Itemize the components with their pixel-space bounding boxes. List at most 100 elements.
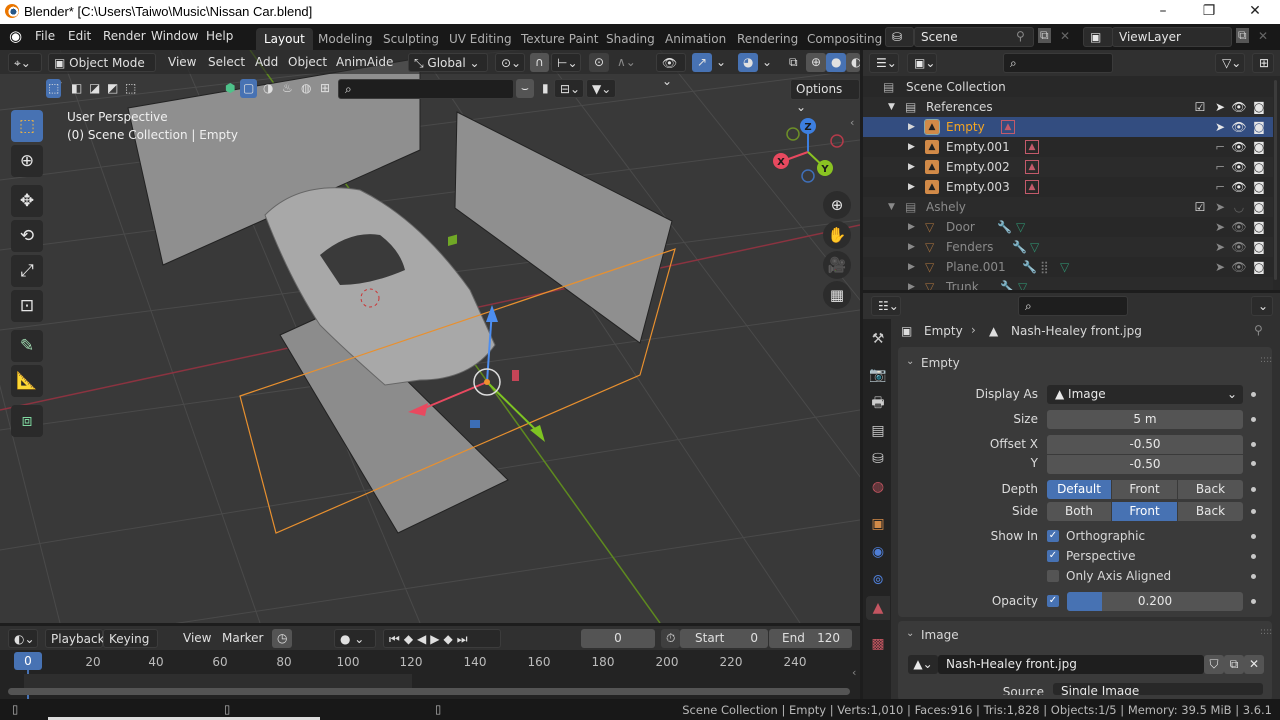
viewport-menu-view[interactable]: View	[163, 53, 201, 72]
properties-editor-type[interactable]: ☷⌄	[871, 296, 901, 316]
prev-keyframe-icon[interactable]: ◆	[404, 632, 417, 646]
wireframe-shading-icon[interactable]: ⊕	[806, 53, 827, 72]
end-frame-field[interactable]: End 120	[769, 629, 852, 648]
expand-arrow-icon[interactable]: ▶	[908, 277, 915, 290]
snap-target-button[interactable]: ⊢⌄	[551, 53, 581, 72]
tab-rendering[interactable]: Rendering	[729, 28, 806, 50]
animate-property-dot[interactable]	[1251, 417, 1256, 422]
tab-animation[interactable]: Animation	[657, 28, 734, 50]
gizmo-y-arrow[interactable]	[486, 381, 539, 433]
gizmo-toggle-icon[interactable]: ↗	[692, 53, 713, 72]
animate-property-dot[interactable]	[1251, 534, 1256, 539]
auto-keying-clock-icon[interactable]: ◷	[272, 629, 293, 648]
source-dropdown[interactable]: Single Image	[1053, 683, 1263, 695]
tool-annotate[interactable]: ✎	[11, 330, 43, 362]
tab-tool-icon[interactable]: ⚒	[866, 327, 890, 351]
start-frame-field[interactable]: Start 0	[680, 629, 768, 648]
outliner-editor-type[interactable]: ☰⌄	[869, 53, 899, 73]
pin-icon[interactable]: ⚲	[1254, 323, 1263, 337]
tool-transform[interactable]: ⊡	[11, 290, 43, 322]
render-camera-icon[interactable]: ◙	[1251, 157, 1267, 177]
depth-default-button[interactable]: Default	[1047, 480, 1111, 499]
tab-render-icon[interactable]: 📷	[866, 363, 890, 387]
blender-menu-icon[interactable]: ◉	[9, 27, 22, 45]
overlay-menu-chevron[interactable]: ⌄	[757, 53, 777, 72]
side-both-button[interactable]: Both	[1047, 502, 1111, 521]
expand-arrow-icon[interactable]: ▼	[888, 197, 895, 217]
viewport-menu-object[interactable]: Object	[283, 53, 332, 72]
animate-property-dot[interactable]	[1251, 392, 1256, 397]
visibility-eye-icon[interactable]: 👁	[1231, 137, 1247, 157]
exclude-checkbox[interactable]: ☑	[1192, 197, 1208, 217]
play-reverse-icon[interactable]: ◀	[417, 632, 430, 646]
visibility-selector[interactable]: 👁⌄	[656, 53, 686, 88]
tab-view-layer-icon[interactable]: ▤	[866, 419, 890, 443]
visibility-eye-icon[interactable]: 👁	[1231, 237, 1247, 257]
hidden-eye-icon[interactable]: ◡	[1231, 197, 1247, 217]
camera-view-button[interactable]: 🎥	[823, 251, 851, 279]
animate-property-dot[interactable]	[1251, 487, 1256, 492]
selectable-toggle-icon[interactable]: ⌐	[1212, 177, 1228, 197]
tool-cursor[interactable]: ⊕	[11, 145, 43, 177]
bound-icon[interactable]: ▢	[240, 79, 258, 98]
tool-rotate[interactable]: ⟲	[11, 220, 43, 252]
render-camera-icon[interactable]: ◙	[1251, 217, 1267, 237]
gizmo-yz-plane[interactable]	[512, 370, 519, 381]
selectable-toggle-icon[interactable]: ➤	[1212, 117, 1228, 137]
tab-output-icon[interactable]: 🖶	[866, 391, 890, 415]
duplicate-image-icon[interactable]: ⧉	[1224, 655, 1244, 674]
tool-move[interactable]: ✥	[11, 185, 43, 217]
selectable-toggle-icon[interactable]: ➤	[1212, 217, 1228, 237]
mode-selector[interactable]: ▣ Object Mode ⌄	[48, 53, 156, 88]
outliner-row[interactable]: ▶ ▲ Empty.002 ▲ ⌐ 👁 ◙	[863, 157, 1273, 177]
properties-search-input[interactable]: ⌕	[1018, 296, 1128, 316]
select-intersect-icon[interactable]: ⬚	[120, 79, 141, 98]
material-shading-icon[interactable]: ◐	[846, 53, 860, 72]
render-camera-icon[interactable]: ◙	[1251, 237, 1267, 257]
viewport-menu-animaide[interactable]: AnimAide	[331, 53, 398, 72]
material-icon[interactable]: ◑	[258, 79, 278, 98]
visibility-eye-icon[interactable]: 👁	[1231, 257, 1247, 277]
visibility-eye-icon[interactable]: 👁	[1231, 117, 1247, 137]
display-as-dropdown[interactable]: ▲ Image ⌄	[1047, 385, 1243, 404]
expand-arrow-icon[interactable]: ▶	[908, 237, 915, 257]
proportional-edit-icon[interactable]: ⊙	[589, 53, 610, 72]
menu-file[interactable]: File	[35, 29, 55, 43]
exclude-checkbox[interactable]: ☑	[1192, 97, 1208, 117]
image-browse-button[interactable]: ▲⌄	[908, 655, 938, 674]
record-keyframe-button[interactable]: ● ⌄	[334, 629, 376, 648]
expand-arrow-icon[interactable]: ▶	[908, 157, 915, 177]
transform-orientation-selector[interactable]: ⤡ Global ⌄	[408, 53, 488, 72]
xray-toggle-icon[interactable]: ⧉	[784, 53, 803, 72]
opacity-slider[interactable]: 0.200	[1067, 592, 1243, 611]
outliner-row[interactable]: ▶ ▽ Trunk 🔧 ▽	[863, 277, 1273, 290]
next-keyframe-icon[interactable]: ◆	[444, 632, 457, 646]
visibility-eye-icon[interactable]: 👁	[1231, 97, 1247, 117]
gizmo-menu-chevron[interactable]: ⌄	[711, 53, 731, 72]
outliner-row[interactable]: ▶ ▽ Fenders 🔧 ▽ ➤ 👁 ◙	[863, 237, 1273, 257]
jump-start-icon[interactable]: ⏮	[389, 632, 404, 646]
timeline-scrollbar[interactable]	[8, 688, 850, 695]
pin-scene-icon[interactable]: ⚲	[1016, 29, 1025, 43]
gizmo-xz-plane[interactable]	[448, 234, 457, 246]
visibility-eye-icon[interactable]: 👁	[1231, 217, 1247, 237]
selectable-toggle-icon[interactable]: ➤	[1212, 97, 1228, 117]
tool-measure[interactable]: 📐	[11, 365, 43, 397]
bookmark-icon[interactable]: ▮	[537, 79, 554, 98]
editor-type-button[interactable]: ⌖⌄	[8, 53, 42, 72]
gizmo-x-arrow[interactable]	[419, 381, 488, 411]
image-panel-title[interactable]: Image	[921, 628, 959, 642]
visibility-eye-icon[interactable]: 👁	[1231, 177, 1247, 197]
tab-compositing[interactable]: Compositing	[799, 28, 890, 50]
timeline-menu-marker[interactable]: Marker	[217, 629, 268, 648]
only-axis-aligned-checkbox[interactable]	[1047, 570, 1059, 582]
expand-arrow-icon[interactable]: ▶	[908, 217, 915, 237]
new-viewlayer-icon[interactable]: ⧉	[1236, 28, 1249, 43]
panel-collapse-icon[interactable]: ⌄	[906, 356, 914, 367]
tab-sculpting[interactable]: Sculpting	[375, 28, 447, 50]
menu-edit[interactable]: Edit	[68, 29, 91, 43]
selectable-toggle-icon[interactable]: ➤	[1212, 257, 1228, 277]
expand-arrow-icon[interactable]: ▶	[908, 257, 915, 277]
play-icon[interactable]: ▶	[430, 632, 443, 646]
timeline-sidebar-toggle-icon[interactable]: ‹	[852, 666, 856, 679]
